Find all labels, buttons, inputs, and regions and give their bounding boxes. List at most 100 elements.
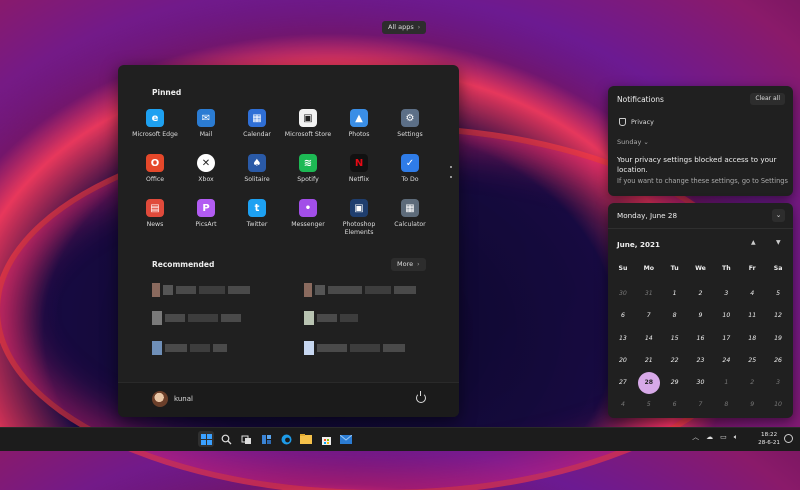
- calendar-day[interactable]: 5: [765, 283, 791, 305]
- recommended-item[interactable]: [152, 339, 282, 357]
- calendar-day[interactable]: 17: [713, 328, 739, 350]
- mail-icon[interactable]: [338, 431, 354, 447]
- more-button[interactable]: More ›: [391, 258, 426, 271]
- calendar-day[interactable]: 6: [662, 394, 688, 416]
- calendar-day[interactable]: 5: [636, 394, 662, 416]
- task-view-icon[interactable]: [238, 431, 254, 447]
- avatar[interactable]: [152, 391, 168, 407]
- store-icon[interactable]: [318, 431, 334, 447]
- calendar-day[interactable]: 19: [765, 328, 791, 350]
- calendar-day[interactable]: 26: [765, 350, 791, 372]
- pinned-app-messenger[interactable]: • Messenger: [283, 199, 333, 229]
- calendar-day[interactable]: 11: [739, 305, 765, 327]
- widgets-icon[interactable]: [258, 431, 274, 447]
- calendar-day[interactable]: 9: [739, 394, 765, 416]
- pinned-app-news[interactable]: ▤ News: [130, 199, 180, 229]
- calendar-day[interactable]: 3: [713, 283, 739, 305]
- pinned-app-photos[interactable]: ▲ Photos: [334, 109, 384, 139]
- calendar-day[interactable]: 14: [636, 328, 662, 350]
- pinned-app-spotify[interactable]: ≋ Spotify: [283, 154, 333, 184]
- calendar-day[interactable]: 7: [688, 394, 714, 416]
- calendar-day-number: 21: [644, 356, 653, 364]
- pinned-app-office[interactable]: O Office: [130, 154, 180, 184]
- calendar-day[interactable]: 2: [739, 372, 765, 394]
- notification-submessage[interactable]: If you want to change these settings, go…: [617, 177, 793, 185]
- recommended-item[interactable]: [152, 281, 282, 299]
- calendar-day[interactable]: 30: [610, 283, 636, 305]
- start-button[interactable]: [198, 431, 214, 447]
- calendar-day[interactable]: 1: [713, 372, 739, 394]
- calendar-day[interactable]: 31: [636, 283, 662, 305]
- calendar-day[interactable]: 15: [662, 328, 688, 350]
- edge-icon[interactable]: [278, 431, 294, 447]
- recommended-item[interactable]: [304, 339, 434, 357]
- calendar-day[interactable]: 8: [662, 305, 688, 327]
- recommended-item[interactable]: [152, 309, 282, 327]
- file-explorer-icon[interactable]: [298, 431, 314, 447]
- calendar-day[interactable]: 2: [688, 283, 714, 305]
- pinned-app-settings[interactable]: ⚙ Settings: [385, 109, 435, 139]
- notification-message[interactable]: Your privacy settings blocked access to …: [617, 155, 787, 175]
- username[interactable]: kunal: [174, 395, 193, 403]
- clock[interactable]: 18:22 28-6-21: [758, 431, 780, 447]
- calendar-day[interactable]: 6: [610, 305, 636, 327]
- calendar-day[interactable]: 10: [765, 394, 791, 416]
- chevron-up-icon[interactable]: ︿: [692, 432, 699, 442]
- clear-all-button[interactable]: Clear all: [750, 93, 785, 105]
- pinned-app-solitaire[interactable]: ♠ Solitaire: [232, 154, 282, 184]
- calendar-day[interactable]: 25: [739, 350, 765, 372]
- calendar-day[interactable]: 30: [688, 372, 714, 394]
- calendar-day[interactable]: 27: [610, 372, 636, 394]
- pinned-app-mail[interactable]: ✉ Mail: [181, 109, 231, 139]
- calendar-month[interactable]: June, 2021: [617, 240, 660, 249]
- calendar-day[interactable]: 3: [765, 372, 791, 394]
- calendar-day-today[interactable]: 28: [636, 372, 662, 395]
- pinned-app-netflix[interactable]: N Netflix: [334, 154, 384, 184]
- calendar-day[interactable]: 13: [610, 328, 636, 350]
- cloud-icon[interactable]: ☁: [706, 433, 713, 441]
- calendar-day[interactable]: 7: [636, 305, 662, 327]
- calendar-day[interactable]: 9: [688, 305, 714, 327]
- calendar-day[interactable]: 10: [713, 305, 739, 327]
- calendar-day[interactable]: 21: [636, 350, 662, 372]
- next-month-icon[interactable]: ▼: [776, 239, 781, 246]
- calendar-day-number: 14: [644, 334, 653, 342]
- previous-month-icon[interactable]: ▲: [751, 239, 756, 246]
- todo-icon: ✓: [401, 154, 419, 172]
- calendar-day[interactable]: 20: [610, 350, 636, 372]
- pinned-app-calendar[interactable]: ▦ Calendar: [232, 109, 282, 139]
- calendar-day[interactable]: 18: [739, 328, 765, 350]
- notification-day-toggle[interactable]: Sunday ⌄: [617, 138, 649, 146]
- calendar-day-number: 7: [698, 401, 703, 409]
- calendar-day[interactable]: 24: [713, 350, 739, 372]
- start-menu: Pinned All apps › e Microsoft Edge ✉ Mail ▦ C…: [118, 21, 459, 417]
- volume-icon[interactable]: 🔈︎: [734, 433, 738, 442]
- calendar-day[interactable]: 4: [739, 283, 765, 305]
- pinned-page-indicator[interactable]: [449, 166, 452, 178]
- chevron-down-icon[interactable]: ⌄: [772, 209, 785, 222]
- display-icon[interactable]: ▭: [720, 433, 727, 441]
- all-apps-button[interactable]: All apps ›: [382, 21, 427, 34]
- calendar-day[interactable]: 8: [713, 394, 739, 416]
- search-icon[interactable]: [218, 431, 234, 447]
- pinned-app-todo[interactable]: ✓ To Do: [385, 154, 435, 184]
- recommended-item[interactable]: [304, 281, 434, 299]
- calendar-day[interactable]: 4: [610, 394, 636, 416]
- pinned-app-xbox[interactable]: ✕ Xbox: [181, 154, 231, 184]
- calendar-day[interactable]: 1: [662, 283, 688, 305]
- calendar-day[interactable]: 29: [662, 372, 688, 394]
- calendar-day[interactable]: 12: [765, 305, 791, 327]
- pinned-app-calculator[interactable]: ▦ Calculator: [385, 199, 435, 229]
- pinned-app-picsart[interactable]: P PicsArt: [181, 199, 231, 229]
- pinned-app-twitter[interactable]: t Twitter: [232, 199, 282, 229]
- recommended-item[interactable]: [304, 309, 434, 327]
- pinned-app-edge[interactable]: e Microsoft Edge: [130, 109, 180, 139]
- calendar-day[interactable]: 16: [688, 328, 714, 350]
- calendar-day-number: 4: [620, 401, 625, 409]
- pinned-app-photoshop-elements[interactable]: ▣ Photoshop Elements: [334, 199, 384, 237]
- calendar-day[interactable]: 23: [688, 350, 714, 372]
- notification-center-icon[interactable]: [784, 434, 793, 443]
- pinned-app-store[interactable]: ▣ Microsoft Store: [283, 109, 333, 139]
- calendar-day[interactable]: 22: [662, 350, 688, 372]
- power-icon[interactable]: [416, 391, 426, 403]
